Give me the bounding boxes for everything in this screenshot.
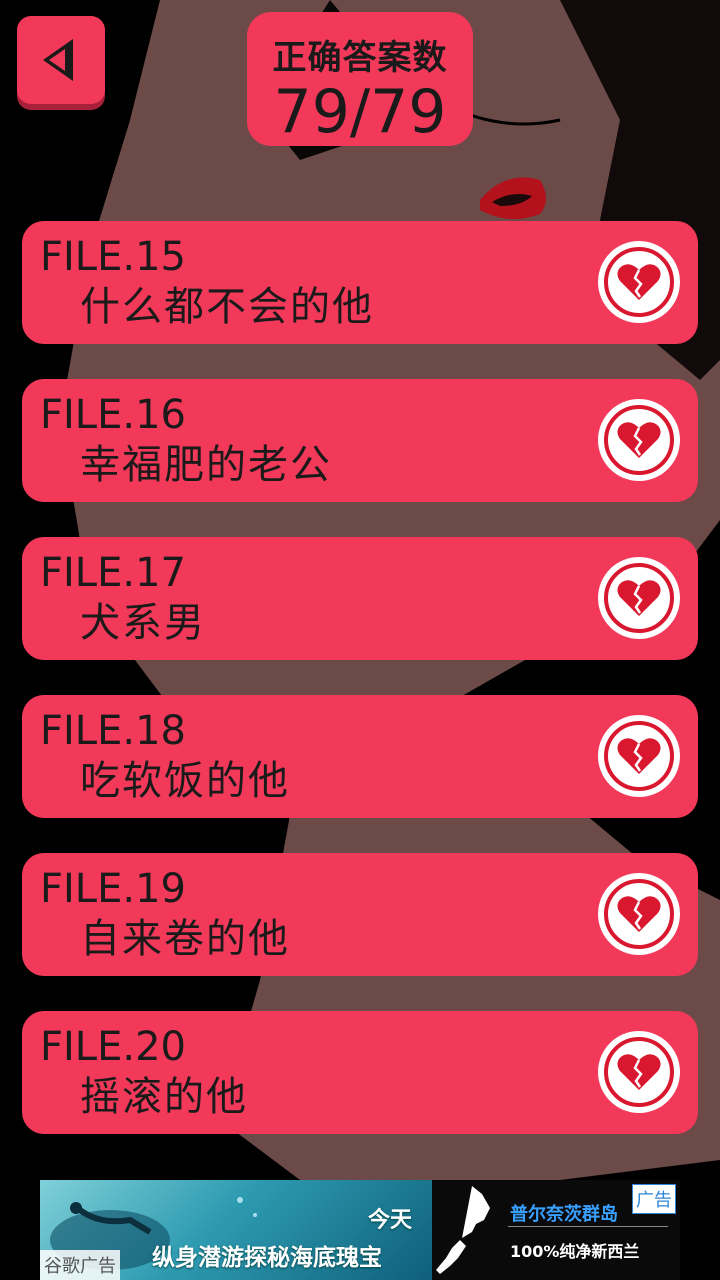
file-code: FILE.15 bbox=[40, 234, 186, 280]
file-card[interactable]: FILE.18 吃软饭的他 bbox=[22, 695, 698, 818]
file-name: 什么都不会的他 bbox=[80, 284, 374, 330]
ad-label: 广告 bbox=[632, 1184, 676, 1214]
new-zealand-map-icon bbox=[436, 1186, 490, 1274]
broken-heart-icon bbox=[598, 557, 680, 639]
file-name: 幸福肥的老公 bbox=[80, 442, 332, 488]
ad-banner[interactable]: 今天 纵身潜游探秘海底瑰宝 普尔奈茨群岛 100%纯净新西兰 广告 谷歌广告 bbox=[40, 1180, 680, 1280]
file-code: FILE.17 bbox=[40, 550, 186, 596]
file-code: FILE.18 bbox=[40, 708, 186, 754]
file-card[interactable]: FILE.15 什么都不会的他 bbox=[22, 221, 698, 344]
ad-today-text: 今天 bbox=[367, 1208, 412, 1233]
ad-divider bbox=[508, 1226, 668, 1227]
broken-heart-icon bbox=[598, 873, 680, 955]
ad-promo-text: 100%纯净新西兰 bbox=[510, 1242, 640, 1261]
file-name: 吃软饭的他 bbox=[80, 758, 290, 804]
ad-destination: 普尔奈茨群岛 bbox=[510, 1204, 618, 1225]
broken-heart-icon bbox=[598, 399, 680, 481]
file-name: 犬系男 bbox=[80, 600, 206, 646]
correct-answers-count: 79/79 bbox=[273, 77, 447, 147]
file-list: FILE.15 什么都不会的他 FILE.16 幸福肥的老公 FILE.17 犬… bbox=[22, 221, 698, 1169]
file-card[interactable]: FILE.20 摇滚的他 bbox=[22, 1011, 698, 1134]
back-arrow-icon bbox=[43, 39, 73, 81]
file-card[interactable]: FILE.16 幸福肥的老公 bbox=[22, 379, 698, 502]
file-code: FILE.16 bbox=[40, 392, 186, 438]
broken-heart-icon bbox=[598, 715, 680, 797]
ad-source-label: 谷歌广告 bbox=[40, 1250, 120, 1280]
ad-headline: 纵身潜游探秘海底瑰宝 bbox=[152, 1245, 382, 1271]
broken-heart-icon bbox=[598, 1031, 680, 1113]
file-code: FILE.20 bbox=[40, 1024, 186, 1070]
file-card[interactable]: FILE.17 犬系男 bbox=[22, 537, 698, 660]
back-button[interactable] bbox=[17, 16, 105, 104]
game-screen: 正确答案数 79/79 FILE.15 什么都不会的他 FILE.16 幸福肥的… bbox=[0, 0, 720, 1280]
broken-heart-icon bbox=[598, 241, 680, 323]
file-name: 摇滚的他 bbox=[80, 1074, 248, 1120]
file-card[interactable]: FILE.19 自来卷的他 bbox=[22, 853, 698, 976]
file-code: FILE.19 bbox=[40, 866, 186, 912]
file-name: 自来卷的他 bbox=[80, 916, 290, 962]
correct-answers-panel: 正确答案数 79/79 bbox=[247, 12, 473, 146]
correct-answers-label: 正确答案数 bbox=[272, 38, 448, 78]
